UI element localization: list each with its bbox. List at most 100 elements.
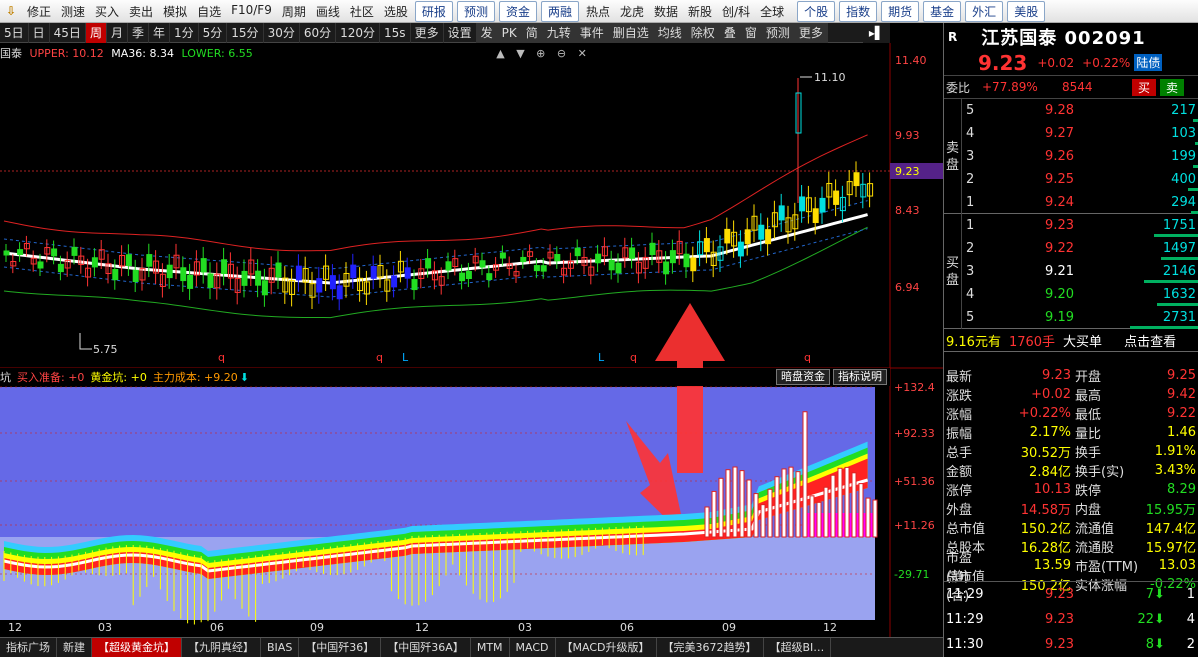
indicator-tab-5[interactable]: 【中国歼36】: [299, 638, 382, 657]
menu-items-8[interactable]: 画线: [311, 3, 345, 20]
indicator-tab-3[interactable]: 【九阴真经】: [182, 638, 261, 657]
menu-items2-5[interactable]: 全球: [755, 3, 789, 20]
candle-body: [316, 278, 323, 293]
period-item-26[interactable]: 预测: [761, 22, 795, 43]
bond-badge[interactable]: 陆债: [1134, 54, 1163, 71]
period-item-2[interactable]: 45日: [50, 22, 86, 43]
menu-items-10[interactable]: 选股: [379, 3, 413, 20]
dropdown-arrow-icon[interactable]: ⇩: [0, 4, 22, 18]
period-item-6[interactable]: 年: [149, 22, 170, 43]
period-item-7[interactable]: 1分: [170, 22, 199, 43]
indicator-tab-7[interactable]: MTM: [471, 638, 510, 657]
dark-fund-button[interactable]: 暗盘资金: [776, 369, 830, 385]
period-item-21[interactable]: 删自选: [608, 22, 654, 43]
stat-label: 跌停: [1075, 484, 1102, 499]
asks-row[interactable]: 3 9.26 199: [944, 145, 1198, 168]
sell-button[interactable]: 卖: [1160, 78, 1185, 96]
stat-value: 9.25: [1167, 368, 1196, 383]
menu-items-5[interactable]: 自选: [192, 3, 226, 20]
period-item-12[interactable]: 120分: [336, 22, 381, 43]
bids-row[interactable]: 2 9.22 1497: [944, 237, 1198, 260]
period-item-13[interactable]: 15s: [380, 22, 411, 43]
period-item-23[interactable]: 除权: [686, 22, 720, 43]
kline-chart[interactable]: 11.409.939.238.436.949.23+132.4+92.33+51…: [0, 43, 943, 637]
period-item-17[interactable]: PK: [497, 22, 522, 43]
menu-boxed2-5[interactable]: 美股: [1007, 0, 1046, 22]
candle-body: [221, 259, 228, 274]
indicator-tab-10[interactable]: 【完美3672趋势】: [657, 638, 764, 657]
indicator-tab-9[interactable]: 【MACD升级版】: [556, 638, 657, 657]
menu-boxed2-3[interactable]: 基金: [923, 0, 962, 22]
menu-items2-2[interactable]: 数据: [649, 3, 683, 20]
period-item-9[interactable]: 15分: [227, 22, 264, 43]
period-item-11[interactable]: 60分: [300, 22, 337, 43]
price-axis-label: 9.93: [895, 129, 920, 142]
period-item-8[interactable]: 5分: [199, 22, 228, 43]
asks-row[interactable]: 1 9.24 294: [944, 191, 1198, 214]
period-item-20[interactable]: 事件: [575, 22, 609, 43]
menu-items2-1[interactable]: 龙虎: [615, 3, 649, 20]
indicator-tab-8[interactable]: MACD: [510, 638, 556, 657]
menu-items-3[interactable]: 卖出: [124, 3, 158, 20]
candle-body: [724, 228, 731, 244]
menu-boxed-0[interactable]: 研报: [414, 0, 453, 22]
bids-row[interactable]: 1 9.23 1751: [944, 214, 1198, 237]
period-item-15[interactable]: 设置: [444, 22, 477, 43]
menu-boxed2-1[interactable]: 指数: [839, 0, 878, 22]
indicator-tab-2[interactable]: 【超级黄金坑】: [92, 638, 182, 657]
period-item-1[interactable]: 日: [29, 22, 50, 43]
asks-row[interactable]: 4 9.27 103: [944, 122, 1198, 145]
big-order-link[interactable]: 点击查看: [1124, 331, 1176, 350]
indicator-help-button[interactable]: 指标说明: [833, 369, 887, 385]
menu-items2-3[interactable]: 新股: [683, 3, 717, 20]
candle-body: [125, 254, 132, 267]
menu-items2-4[interactable]: 创/科: [717, 3, 755, 20]
indicator-tab-6[interactable]: 【中国歼36A】: [381, 638, 471, 657]
bids-row[interactable]: 5 9.19 2731: [944, 306, 1198, 329]
asks-row[interactable]: 5 9.28 217: [944, 99, 1198, 122]
menu-boxed2-4[interactable]: 外汇: [965, 0, 1004, 22]
menu-boxed-3[interactable]: 两融: [540, 0, 579, 22]
price-axis-label: 11.40: [895, 54, 927, 67]
bids-row[interactable]: 3 9.21 2146: [944, 260, 1198, 283]
indicator-tab-1[interactable]: 新建: [57, 638, 92, 657]
menu-items-4[interactable]: 模拟: [158, 3, 192, 20]
candle-body: [336, 285, 343, 300]
menu-boxed-2[interactable]: 资金: [498, 0, 537, 22]
menu-items2-0[interactable]: 热点: [581, 3, 615, 20]
menu-items-7[interactable]: 周期: [277, 3, 311, 20]
panel-toggle-icon[interactable]: ▸▌: [863, 23, 890, 43]
period-item-22[interactable]: 均线: [653, 22, 687, 43]
candle-body: [520, 256, 527, 263]
buy-button[interactable]: 买: [1132, 78, 1157, 96]
legend-icons[interactable]: ▲ ▼ ⊕ ⊖ ✕: [496, 47, 591, 60]
asks-row[interactable]: 2 9.25 400: [944, 168, 1198, 191]
menu-items-1[interactable]: 测速: [56, 3, 90, 20]
period-item-4[interactable]: 月: [107, 22, 128, 43]
menu-items-2[interactable]: 买入: [90, 3, 124, 20]
indicator-tab-0[interactable]: 指标广场: [0, 638, 57, 657]
period-item-10[interactable]: 30分: [264, 22, 300, 43]
menu-items-0[interactable]: 修正: [22, 3, 56, 20]
period-item-24[interactable]: 叠: [719, 22, 741, 43]
menu-items-6[interactable]: F10/F9: [226, 3, 277, 20]
menu-items-9[interactable]: 社区: [345, 3, 379, 20]
period-item-18[interactable]: 简: [521, 22, 543, 43]
period-item-0[interactable]: 5日: [0, 22, 29, 43]
indicator-tab-4[interactable]: BIAS: [261, 638, 300, 657]
menu-boxed2-2[interactable]: 期货: [881, 0, 920, 22]
indicator-tab-11[interactable]: 【超级BI…: [764, 638, 832, 657]
period-item-3[interactable]: 周: [85, 22, 107, 43]
big-order-row[interactable]: 9.16元有 1760手 大买单 点击查看: [944, 329, 1198, 352]
stat-row: 总手 30.52万 换手 1.91%: [944, 442, 1198, 461]
period-item-19[interactable]: 九转: [542, 22, 576, 43]
bids-row[interactable]: 4 9.20 1632: [944, 283, 1198, 306]
period-item-16[interactable]: 发: [476, 22, 498, 43]
candle-body: [690, 257, 697, 272]
period-item-25[interactable]: 窗: [740, 22, 762, 43]
period-item-27[interactable]: 更多: [794, 22, 828, 43]
menu-boxed2-0[interactable]: 个股: [797, 0, 836, 22]
period-item-5[interactable]: 季: [128, 22, 149, 43]
menu-boxed-1[interactable]: 预测: [456, 0, 495, 22]
period-item-14[interactable]: 更多: [411, 22, 444, 43]
